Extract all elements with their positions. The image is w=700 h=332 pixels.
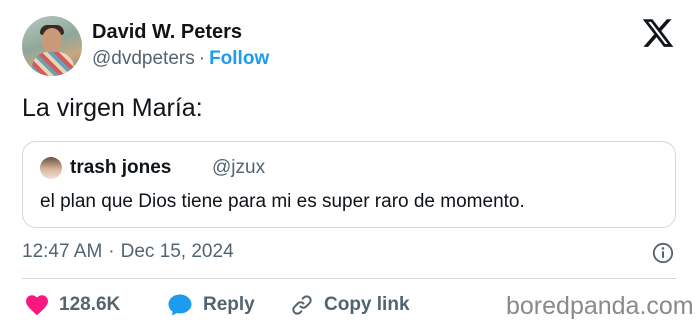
tweet-text: La virgen María: — [22, 94, 203, 122]
link-icon — [292, 295, 312, 315]
info-icon[interactable] — [652, 242, 674, 264]
handle-separator: · — [198, 48, 206, 69]
reply-button[interactable]: Reply — [167, 292, 255, 318]
quoted-tweet-text: el plan que Dios tiene para mi es super … — [40, 191, 525, 212]
reply-label: Reply — [203, 294, 255, 315]
like-count: 128.6K — [59, 294, 121, 315]
x-logo-icon[interactable] — [640, 16, 676, 50]
timestamp-time: 12:47 AM — [22, 241, 103, 262]
avatar-face — [42, 28, 62, 52]
tweet-timestamp[interactable]: 12:47 AM · Dec 15, 2024 — [22, 241, 234, 263]
copy-link-label: Copy link — [324, 294, 410, 315]
quoted-author-avatar — [40, 157, 62, 179]
timestamp-date: Dec 15, 2024 — [120, 241, 234, 262]
quoted-tweet-card[interactable]: trash jones @jzux el plan que Dios tiene… — [22, 141, 676, 228]
follow-button[interactable]: Follow — [209, 48, 269, 69]
quoted-author-name: trash jones — [70, 157, 172, 178]
timestamp-separator: · — [108, 241, 115, 262]
copy-link-button[interactable]: Copy link — [290, 292, 410, 318]
like-button[interactable]: 128.6K — [25, 292, 120, 318]
author-handle-line: @dvdpeters · Follow — [92, 48, 269, 70]
watermark: boredpanda.com — [506, 292, 694, 320]
quoted-author-handle: @jzux — [212, 157, 266, 178]
author-name[interactable]: David W. Peters — [92, 21, 242, 44]
actions-divider — [22, 278, 676, 279]
heart-icon — [26, 295, 48, 316]
speech-bubble-icon — [168, 294, 192, 316]
author-handle[interactable]: @dvdpeters — [92, 48, 195, 69]
author-avatar[interactable] — [22, 16, 82, 76]
avatar-shirt — [32, 52, 74, 76]
